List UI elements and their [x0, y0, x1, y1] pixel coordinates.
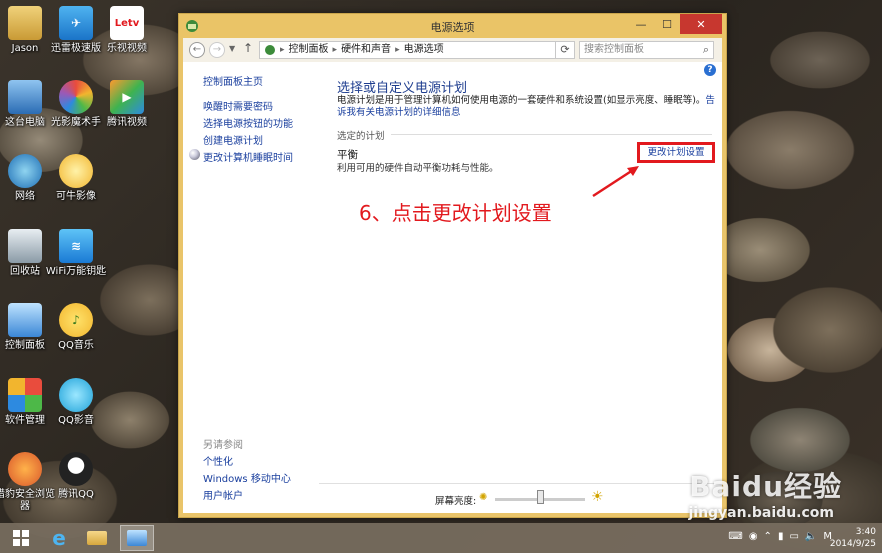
brightness-slider-thumb[interactable] [537, 490, 544, 504]
selected-plan-heading: 选定的计划 [337, 131, 385, 142]
plan-description: 利用可用的硬件自动平衡功耗与性能。 [337, 163, 499, 174]
keyboard-icon[interactable]: ⌨ [728, 531, 742, 542]
start-windows-icon[interactable] [4, 525, 38, 551]
control-panel-taskbar-icon[interactable] [120, 525, 154, 551]
task-sidebar: 控制面板主页 唤醒时需要密码 选择电源按钮的功能 创建电源计划 更改计算机睡眠时… [183, 62, 319, 513]
desktop-icon-keniu[interactable]: 可牛影像 [45, 154, 107, 203]
annotation-instruction: 6、点击更改计划设置 [359, 201, 552, 225]
sidebar-link-sleep-time[interactable]: 更改计算机睡眠时间 [203, 149, 293, 164]
content-area: 控制面板主页 唤醒时需要密码 选择电源按钮的功能 创建电源计划 更改计算机睡眠时… [183, 62, 722, 513]
music-note-icon: ♪ [59, 303, 93, 337]
section-divider [391, 134, 712, 135]
battery-icon[interactable]: ▭ [789, 531, 798, 542]
minimize-button[interactable]: — [628, 14, 654, 34]
qq-player-icon [59, 378, 93, 412]
internet-explorer-icon[interactable]: e [42, 525, 76, 551]
breadcrumb-separator: ▸ [332, 45, 338, 55]
desktop-icon-label: 可牛影像 [56, 191, 96, 202]
sidebar-link-create-plan[interactable]: 创建电源计划 [203, 132, 263, 147]
page-description: 电源计划是用于管理计算机如何使用电源的一套硬件和系统设置(如显示亮度、睡眠等)。… [337, 95, 722, 119]
file-explorer-icon[interactable] [80, 525, 114, 551]
system-tray: ⌨ ◉ ⌃ ▮ ▭ 🔈 M [728, 531, 832, 542]
control-panel-small-icon [265, 45, 275, 55]
desktop-icon-label: 腾讯QQ [58, 489, 94, 500]
baidu-watermark-url: jingyan.baidu.com [688, 505, 834, 521]
play-triangle-icon: ▶ [110, 80, 144, 114]
desktop-icon-label: QQ音乐 [58, 340, 94, 351]
volume-icon[interactable]: 🔈 [805, 531, 817, 542]
control-panel-icon [8, 303, 42, 337]
back-arrow-icon[interactable]: ← [189, 42, 205, 58]
xunlei-bird-icon: ✈ [59, 6, 93, 40]
baidu-watermark: Baidu经验 [689, 470, 842, 503]
computer-icon [8, 80, 42, 114]
help-icon[interactable]: ? [704, 64, 716, 76]
desktop-icon-label: 乐视视频 [107, 43, 147, 54]
search-placeholder: 搜索控制面板 [584, 44, 644, 55]
clock[interactable]: 3:40 2014/9/25 [830, 526, 876, 550]
brightness-label: 屏幕亮度: [435, 496, 477, 507]
breadcrumb-separator: ▸ [395, 45, 400, 55]
maximize-button[interactable]: ☐ [654, 14, 680, 34]
network-icon [8, 154, 42, 188]
search-input[interactable]: 搜索控制面板 ⌕ [579, 41, 714, 59]
refresh-button[interactable]: ⟳ [555, 41, 575, 59]
brightness-footer: 屏幕亮度: ✺ ☀ [319, 483, 722, 513]
folder-icon [8, 6, 42, 40]
desktop-icon-qq[interactable]: 腾讯QQ [45, 452, 107, 501]
clock-time: 3:40 [855, 527, 876, 537]
see-also-user-accounts[interactable]: 用户帐户 [203, 487, 243, 502]
breadcrumb-separator: ▸ [280, 45, 285, 55]
sleep-moon-icon [189, 149, 200, 160]
description-text: 电源计划是用于管理计算机如何使用电源的一套硬件和系统设置(如显示亮度、睡眠等)。 [337, 95, 706, 106]
desktop-icon-label: WiFi万能钥匙 [45, 266, 107, 277]
window-titlebar[interactable]: 电源选项 — ☐ ✕ [179, 14, 726, 38]
see-also-personalization[interactable]: 个性化 [203, 453, 233, 468]
recycle-bin-icon [8, 229, 42, 263]
desktop-icon-label: 腾讯视频 [107, 117, 147, 128]
up-arrow-icon[interactable]: ↑ [243, 41, 253, 55]
see-also-heading: 另请参阅 [203, 440, 243, 451]
breadcrumb-item-control-panel[interactable]: 控制面板 [289, 42, 329, 58]
wifi-key-icon: ≋ [59, 229, 93, 263]
tray-app-icon[interactable]: ◉ [749, 531, 758, 542]
brightness-low-icon: ✺ [479, 492, 488, 503]
page-title: 选择或自定义电源计划 [337, 81, 468, 96]
network-tray-icon[interactable]: ▮ [778, 531, 784, 542]
close-button[interactable]: ✕ [680, 14, 722, 34]
arrow-up-icon[interactable]: ⌃ [764, 531, 772, 542]
keniu-face-icon [59, 154, 93, 188]
sidebar-link-require-password[interactable]: 唤醒时需要密码 [203, 98, 273, 113]
forward-arrow-icon[interactable]: → [209, 42, 225, 58]
cheetah-browser-icon [8, 452, 42, 486]
address-bar: ← → ▼ ↑ ▸ 控制面板 ▸ 硬件和声音 ▸ 电源选项 ▼ ⟳ 搜索控制面板… [183, 38, 722, 62]
desktop-icon-tencent-video[interactable]: ▶ 腾讯视频 [96, 80, 158, 129]
sidebar-link-power-buttons[interactable]: 选择电源按钮的功能 [203, 115, 293, 130]
taskbar: e ⌨ ◉ ⌃ ▮ ▭ 🔈 M 3:40 2014/9/25 [0, 523, 882, 553]
breadcrumb-item-hardware-sound[interactable]: 硬件和声音 [341, 42, 391, 58]
qq-penguin-icon [59, 452, 93, 486]
desktop-icon-letv[interactable]: Letv 乐视视频 [96, 6, 158, 55]
desktop-icon-label: QQ影音 [58, 415, 94, 426]
recent-pages-dropdown-icon[interactable]: ▼ [229, 44, 235, 53]
power-options-window: 电源选项 — ☐ ✕ ← → ▼ ↑ ▸ 控制面板 ▸ 硬件和声音 ▸ 电源选项… [178, 13, 727, 518]
breadcrumb[interactable]: ▸ 控制面板 ▸ 硬件和声音 ▸ 电源选项 [259, 41, 575, 59]
breadcrumb-item-power-options[interactable]: 电源选项 [404, 42, 444, 58]
search-icon[interactable]: ⌕ [703, 42, 709, 58]
desktop-icon-wifi-key[interactable]: ≋ WiFi万能钥匙 [45, 229, 107, 278]
annotation-arrow [592, 166, 639, 198]
sidebar-link-control-panel-home[interactable]: 控制面板主页 [203, 73, 263, 88]
desktop-icon-qq-music[interactable]: ♪ QQ音乐 [45, 303, 107, 352]
software-manager-icon [8, 378, 42, 412]
desktop-icon-qq-player[interactable]: QQ影音 [45, 378, 107, 427]
letv-logo-icon: Letv [110, 6, 144, 40]
brightness-high-icon: ☀ [591, 489, 604, 505]
clock-date: 2014/9/25 [829, 539, 876, 549]
aperture-icon [59, 80, 93, 114]
see-also-mobility-center[interactable]: Windows 移动中心 [203, 470, 291, 485]
